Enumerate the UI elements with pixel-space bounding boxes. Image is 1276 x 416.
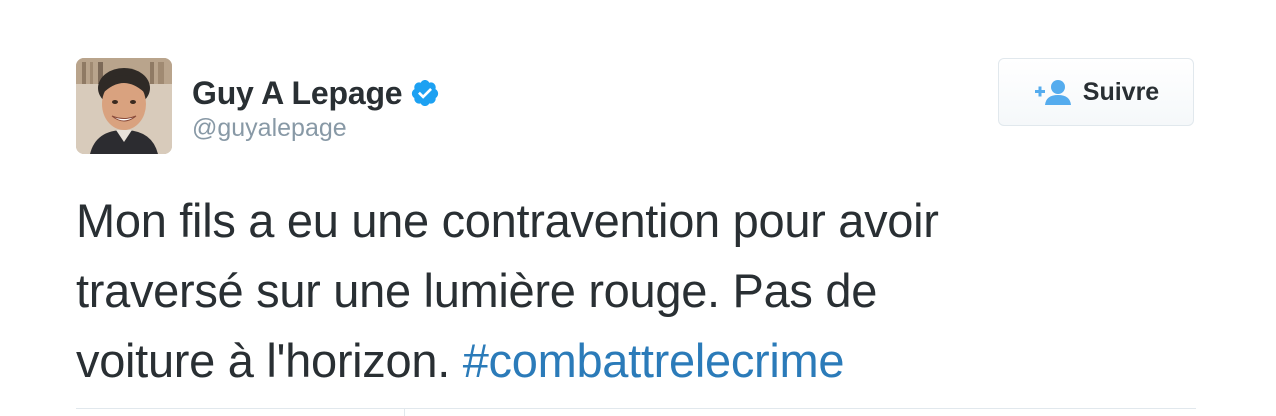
tweet-text-line: voiture à l'horizon. #combattrelecrime (76, 326, 1196, 396)
follow-button-label: Suivre (1082, 77, 1160, 106)
tweet-text-line: Mon fils a eu une contravention pour avo… (76, 194, 939, 247)
follow-user-plus-icon (1033, 78, 1073, 106)
author-name-row[interactable]: Guy A Lepage (192, 71, 440, 115)
author-display-name[interactable]: Guy A Lepage (192, 75, 403, 112)
profile-photo-icon (76, 58, 172, 154)
tweet-text-line: traversé sur une lumière rouge. Pas de (76, 264, 878, 317)
tweet-text-segment: voiture à l'horizon. (76, 334, 450, 387)
author-avatar[interactable] (76, 58, 172, 154)
hashtag-link[interactable]: #combattrelecrime (463, 334, 845, 387)
follow-button[interactable]: Suivre (998, 58, 1194, 126)
divider-tick (404, 408, 405, 416)
author-handle[interactable]: @guyalepage (192, 114, 347, 143)
verified-badge-icon (410, 78, 440, 108)
divider (76, 408, 1196, 409)
tweet-card: Guy A Lepage @guyalepage Suivre Mon fils… (0, 0, 1276, 416)
tweet-text: Mon fils a eu une contravention pour avo… (76, 186, 1196, 396)
